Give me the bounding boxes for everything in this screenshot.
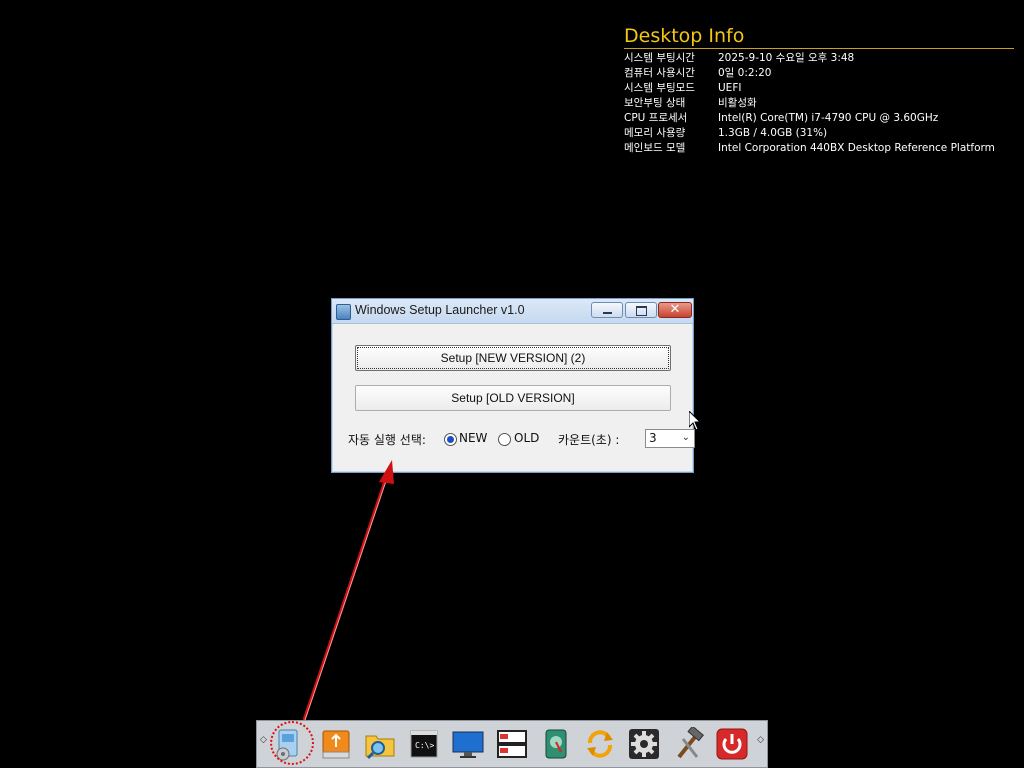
sync-icon[interactable] [583,727,617,761]
command-prompt-icon[interactable]: C:\> [407,727,441,761]
disk-tool-icon[interactable] [539,727,573,761]
monitor-icon[interactable] [451,727,485,761]
highlight-ring [270,721,314,765]
tools-hammer-icon[interactable] [671,727,705,761]
file-search-icon[interactable] [363,727,397,761]
quick-launch-bar: ◇ ◇ C:\> [256,720,768,768]
svg-text:C:\>: C:\> [415,741,434,750]
scroll-left-icon[interactable]: ◇ [260,735,267,745]
annotation-arrow [302,460,394,721]
scroll-right-icon[interactable]: ◇ [757,735,764,745]
usb-drive-icon[interactable] [319,727,353,761]
power-icon[interactable] [715,727,749,761]
storage-cabinet-icon[interactable] [495,727,529,761]
settings-gear-icon[interactable] [627,727,661,761]
